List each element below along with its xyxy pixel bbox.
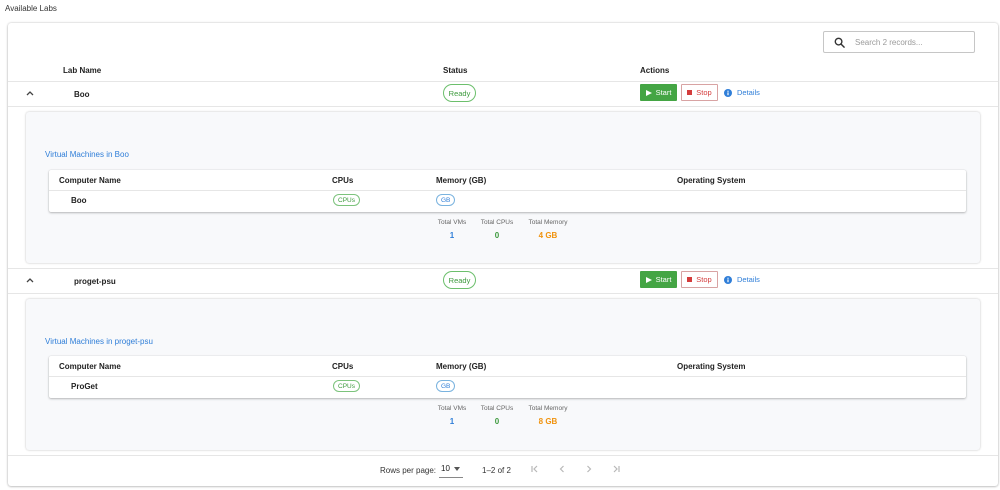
header-lab-name[interactable]: Lab Name [63,66,101,75]
status-badge: Ready [443,271,476,289]
rows-per-page-label: Rows per page: [380,466,437,475]
stop-icon [687,90,693,95]
rows-per-page-select[interactable]: 10 [439,460,463,478]
header-status[interactable]: Status [443,66,467,75]
lab-row: proget-psu Ready Start Stop Details [8,269,998,293]
vm-header-cpus: CPUs [332,362,354,371]
chevron-up-icon[interactable] [25,88,35,98]
total-vms-value: 1 [449,417,455,426]
footer-divider [8,455,998,456]
chevron-up-icon[interactable] [25,275,35,285]
total-vms-value: 1 [449,231,455,240]
info-icon [724,88,732,97]
total-cpus-label: Total CPUs [480,405,514,412]
play-icon [645,89,652,96]
vm-computer-name: Boo [71,196,87,205]
details-link-label: Details [737,88,760,97]
first-page-icon[interactable] [530,464,540,474]
panel-title: Virtual Machines in Boo [45,150,129,159]
start-button-label: Start [655,88,672,97]
vm-header-os: Operating System [677,176,746,185]
labs-card: Lab Name Status Actions Boo Ready Start … [8,23,998,486]
start-button[interactable]: Start [640,84,677,101]
total-memory-label: Total Memory [528,405,568,412]
details-link-label: Details [737,275,760,284]
info-icon [724,275,732,284]
page-title: Available Labs [5,4,57,13]
stop-button[interactable]: Stop [681,271,718,288]
start-button-label: Start [655,275,672,284]
total-cpus-label: Total CPUs [480,219,514,226]
details-link[interactable]: Details [724,88,760,97]
caret-down-icon [454,467,460,471]
total-vms-label: Total VMs [437,405,467,412]
vm-header-cpus: CPUs [332,176,354,185]
lab-row: Boo Ready Start Stop Details [8,82,998,106]
vm-header-computer-name: Computer Name [59,176,121,185]
vm-computer-name: ProGet [71,382,98,391]
stop-icon [687,277,693,282]
total-cpus-value: 0 [494,231,500,240]
total-memory-label: Total Memory [528,219,568,226]
search-box[interactable] [823,31,975,53]
vm-header-divider [49,376,966,377]
vm-header-divider [49,190,966,191]
vm-table: Computer Name CPUs Memory (GB) Operating… [49,356,966,398]
row-divider [8,293,998,294]
lab-name: proget-psu [74,277,116,286]
search-icon [834,37,845,48]
header-actions: Actions [640,66,670,75]
play-icon [645,276,652,283]
total-vms-label: Total VMs [437,219,467,226]
search-input[interactable] [855,37,965,47]
last-page-icon[interactable] [611,464,621,474]
stop-button[interactable]: Stop [681,84,718,101]
cpus-badge: CPUs [333,380,360,392]
start-button[interactable]: Start [640,271,677,288]
prev-page-icon[interactable] [557,464,567,474]
vm-header-computer-name: Computer Name [59,362,121,371]
stop-button-label: Stop [696,88,712,97]
total-memory-value: 4 GB [538,231,558,240]
lab-name: Boo [74,90,90,99]
status-badge: Ready [443,84,476,102]
row-divider [8,106,998,107]
memory-badge: GB [436,380,456,392]
memory-badge: GB [436,194,456,206]
cpus-badge: CPUs [333,194,360,206]
details-link[interactable]: Details [724,275,760,284]
pagination-range: 1–2 of 2 [482,466,511,475]
panel-title: Virtual Machines in proget-psu [45,337,153,346]
stop-button-label: Stop [696,275,712,284]
vm-table: Computer Name CPUs Memory (GB) Operating… [49,170,966,212]
next-page-icon[interactable] [584,464,594,474]
vm-panel: Virtual Machines in proget-psu Computer … [26,299,980,450]
vm-header-os: Operating System [677,362,746,371]
vm-panel: Virtual Machines in Boo Computer Name CP… [26,112,980,263]
total-memory-value: 8 GB [538,417,558,426]
vm-header-memory: Memory (GB) [436,176,487,185]
rows-per-page-value: 10 [441,464,450,473]
total-cpus-value: 0 [494,417,500,426]
vm-header-memory: Memory (GB) [436,362,487,371]
